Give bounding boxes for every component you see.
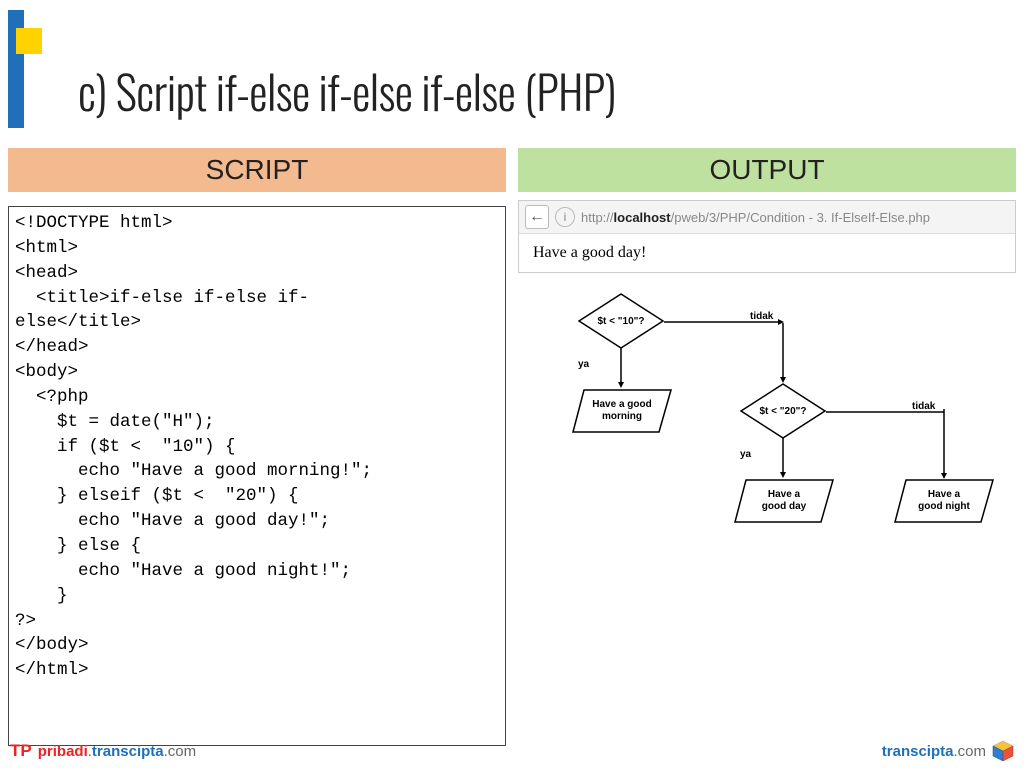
title-bar: c) Script if-else if-else if-else (PHP) xyxy=(0,10,616,128)
output-night: Have a good night xyxy=(894,479,994,523)
info-icon[interactable]: i xyxy=(555,207,575,227)
edge-yes-1: ya xyxy=(578,359,589,370)
footer-left: TP pribadi.transcipta.com xyxy=(10,741,196,761)
output-morning-label: Have a good morning xyxy=(572,389,672,433)
arrow-icon xyxy=(780,323,786,383)
edge-yes-2: ya xyxy=(740,449,751,460)
arrow-icon xyxy=(826,409,944,415)
url-host: localhost xyxy=(614,210,671,225)
arrow-icon xyxy=(618,348,624,388)
browser-body: Have a good day! xyxy=(519,234,1015,272)
decision-2-label: $t < "20"? xyxy=(740,383,826,439)
columns: SCRIPT <!DOCTYPE html> <html> <head> <ti… xyxy=(8,148,1016,746)
cube-icon xyxy=(992,740,1014,762)
output-day: Have a good day xyxy=(734,479,834,523)
output-header: OUTPUT xyxy=(518,148,1016,192)
output-night-label: Have a good night xyxy=(894,479,994,523)
output-column: OUTPUT ← i http://localhost/pweb/3/PHP/C… xyxy=(518,148,1016,746)
footer-right: transcipta.com xyxy=(882,740,1014,762)
flowchart: $t < "10"? ya tidak Have a good morning … xyxy=(518,283,1016,583)
slide: c) Script if-else if-else if-else (PHP) … xyxy=(0,0,1024,768)
footer-com: .com xyxy=(164,743,197,760)
footer-pribadi: pribadi xyxy=(38,743,88,760)
decision-t-lt-20: $t < "20"? xyxy=(740,383,826,439)
code-block: <!DOCTYPE html> <html> <head> <title>if-… xyxy=(8,206,506,746)
footer-brand: transcipta xyxy=(882,743,954,760)
decision-t-lt-10: $t < "10"? xyxy=(578,293,664,349)
title-square-icon xyxy=(16,28,42,54)
arrow-icon xyxy=(664,319,784,325)
url-path: /pweb/3/PHP/Condition - 3. If-ElseIf-Els… xyxy=(671,210,930,225)
decision-1-label: $t < "10"? xyxy=(578,293,664,349)
script-column: SCRIPT <!DOCTYPE html> <html> <head> <ti… xyxy=(8,148,506,746)
browser-mock: ← i http://localhost/pweb/3/PHP/Conditio… xyxy=(518,200,1016,273)
script-header: SCRIPT xyxy=(8,148,506,192)
back-icon[interactable]: ← xyxy=(525,205,549,229)
url-bar[interactable]: http://localhost/pweb/3/PHP/Condition - … xyxy=(581,210,930,225)
output-morning: Have a good morning xyxy=(572,389,672,433)
arrow-icon xyxy=(780,438,786,478)
footer-transcipta: transcipta xyxy=(92,743,164,760)
arrow-icon xyxy=(941,409,947,479)
tp-logo: TP xyxy=(10,741,32,761)
footer: TP pribadi.transcipta.com transcipta.com xyxy=(10,740,1014,762)
footer-domain: .com xyxy=(953,743,986,760)
output-day-label: Have a good day xyxy=(734,479,834,523)
browser-toolbar: ← i http://localhost/pweb/3/PHP/Conditio… xyxy=(519,201,1015,234)
slide-title: c) Script if-else if-else if-else (PHP) xyxy=(78,57,616,125)
